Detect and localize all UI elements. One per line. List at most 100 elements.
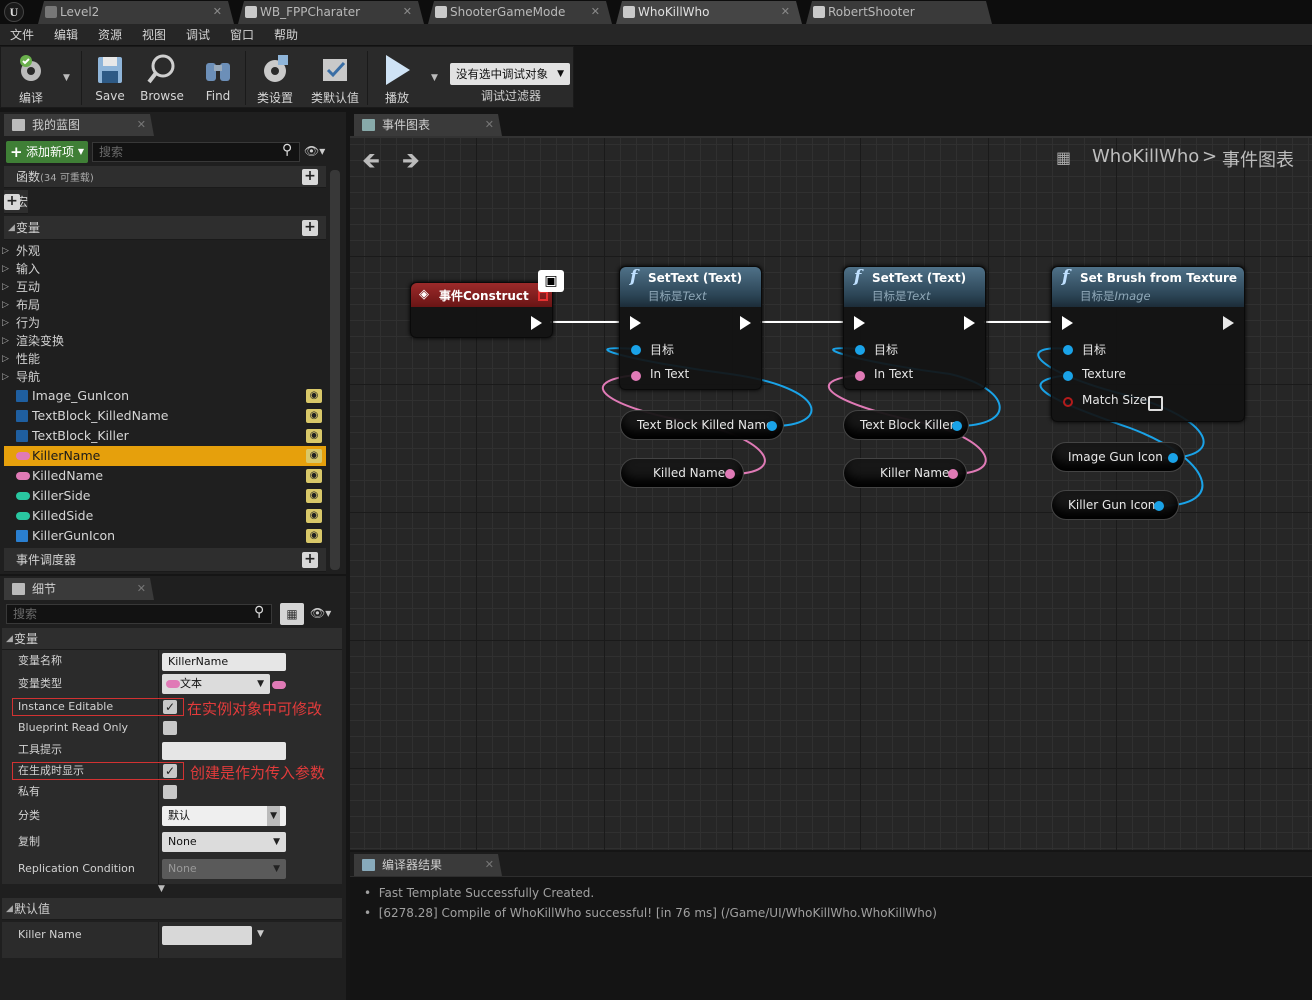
compile-button[interactable]: 编译 bbox=[3, 47, 59, 109]
tab-event-graph[interactable]: 事件图表 ✕ bbox=[354, 114, 502, 136]
eye-icon[interactable]: ◉ bbox=[306, 469, 322, 483]
tab-compiler-results[interactable]: 编译器结果 ✕ bbox=[354, 854, 502, 876]
event-construct-node[interactable]: ◈ 事件Construct bbox=[410, 282, 553, 338]
close-icon[interactable]: ✕ bbox=[137, 578, 146, 600]
tab-wb-fppcharater[interactable]: WB_FPPCharater ✕ bbox=[238, 1, 424, 24]
output-pin[interactable] bbox=[1154, 501, 1164, 511]
play-button[interactable]: 播放 bbox=[369, 47, 425, 109]
add-function-plus-icon[interactable]: + bbox=[302, 169, 318, 185]
instance-editable-checkbox[interactable]: ✓ bbox=[163, 700, 177, 714]
output-pin[interactable] bbox=[767, 421, 777, 431]
in-text-pin[interactable] bbox=[855, 371, 865, 381]
add-new-button[interactable]: + 添加新项 ▼ bbox=[6, 141, 88, 163]
category-functions[interactable]: 函数(34 可重载) + bbox=[4, 166, 326, 188]
target-pin[interactable] bbox=[1063, 345, 1073, 355]
menu-asset[interactable]: 资源 bbox=[98, 24, 122, 46]
getter-killer-gun-icon[interactable]: Killer Gun Icon bbox=[1051, 490, 1179, 520]
section-variable[interactable]: ◢ 变量 bbox=[2, 628, 342, 650]
output-pin[interactable] bbox=[1168, 453, 1178, 463]
private-checkbox[interactable] bbox=[163, 785, 177, 799]
texture-pin[interactable] bbox=[1063, 371, 1073, 381]
output-pin[interactable] bbox=[948, 469, 958, 479]
subcategory-performance[interactable]: ▷ 性能 bbox=[2, 350, 40, 368]
exec-in-pin[interactable] bbox=[854, 316, 865, 330]
variable-killername[interactable]: KillerName ◉ bbox=[4, 446, 326, 466]
tooltip-field[interactable] bbox=[162, 742, 286, 760]
category-select[interactable]: 默认 ▼ bbox=[162, 806, 286, 826]
var-name-field[interactable]: KillerName bbox=[162, 653, 286, 671]
getter-killed-name[interactable]: Killed Name bbox=[620, 458, 744, 488]
subcategory-appearance[interactable]: ▷ 外观 bbox=[2, 242, 40, 260]
target-pin[interactable] bbox=[631, 345, 641, 355]
view-options-eye-icon[interactable]: 👁▾ bbox=[310, 606, 331, 620]
close-icon[interactable]: ✕ bbox=[591, 1, 600, 23]
subcategory-render-transform[interactable]: ▷ 渲染变换 bbox=[2, 332, 64, 350]
add-dispatcher-plus-icon[interactable]: + bbox=[302, 552, 318, 568]
menu-file[interactable]: 文件 bbox=[10, 24, 34, 46]
class-defaults-button[interactable]: 类默认值 bbox=[307, 47, 363, 109]
advanced-expand-icon[interactable]: ▼ bbox=[158, 884, 165, 894]
in-text-pin[interactable] bbox=[631, 371, 641, 381]
section-default-value[interactable]: ◢ 默认值 bbox=[2, 898, 342, 920]
eye-icon[interactable]: ◉ bbox=[306, 389, 322, 403]
variable-killerside[interactable]: KillerSide ◉ bbox=[4, 486, 326, 506]
getter-image-gun-icon[interactable]: Image Gun Icon bbox=[1051, 442, 1185, 472]
add-variable-plus-icon[interactable]: + bbox=[302, 220, 318, 236]
tab-details[interactable]: 细节 ✕ bbox=[4, 578, 154, 600]
eye-icon[interactable]: ◉ bbox=[306, 489, 322, 503]
eye-icon[interactable]: ◉ bbox=[306, 409, 322, 423]
chevron-down-icon[interactable]: ▼ bbox=[257, 929, 264, 939]
details-search-input[interactable]: 搜索 bbox=[6, 604, 272, 624]
exec-out-pin[interactable] bbox=[964, 316, 975, 330]
expose-on-spawn-checkbox[interactable]: ✓ bbox=[163, 764, 177, 778]
exec-out-pin[interactable] bbox=[740, 316, 751, 330]
delegate-pin-icon[interactable] bbox=[538, 291, 548, 301]
variable-killedside[interactable]: KilledSide ◉ bbox=[4, 506, 326, 526]
browse-button[interactable]: Browse bbox=[134, 47, 190, 109]
eye-icon[interactable]: ◉ bbox=[306, 449, 322, 463]
property-matrix-icon[interactable]: ▦ bbox=[280, 603, 304, 625]
settext-node-2[interactable]: f SetText (Text) 目标是Text 目标 In Text bbox=[843, 266, 986, 390]
container-type-pill-icon[interactable] bbox=[272, 681, 286, 689]
menu-view[interactable]: 视图 bbox=[142, 24, 166, 46]
eye-icon[interactable]: ◉ bbox=[306, 509, 322, 523]
save-button[interactable]: Save bbox=[82, 47, 138, 109]
eye-icon[interactable]: ◉ bbox=[306, 429, 322, 443]
close-icon[interactable]: ✕ bbox=[781, 1, 790, 23]
tab-shootergamemode[interactable]: ShooterGameMode ✕ bbox=[428, 1, 612, 24]
category-event-dispatchers[interactable]: 事件调度器 + bbox=[4, 548, 326, 572]
tab-my-blueprint[interactable]: 我的蓝图 ✕ bbox=[4, 114, 154, 136]
tab-whokillwho[interactable]: WhoKillWho ✕ bbox=[616, 1, 802, 24]
variable-textblock-killedname[interactable]: TextBlock_KilledName ◉ bbox=[4, 406, 326, 426]
getter-text-block-killed-name[interactable]: Text Block Killed Name bbox=[620, 410, 784, 440]
find-button[interactable]: Find bbox=[190, 47, 246, 109]
event-graph-canvas[interactable]: 🡸 🡺 ▦ WhoKillWho > 事件图表 ◈ 事件Construct ▣ … bbox=[350, 138, 1312, 850]
exec-in-pin[interactable] bbox=[630, 316, 641, 330]
eye-icon[interactable]: ◉ bbox=[306, 529, 322, 543]
add-macro-plus-icon[interactable]: + bbox=[4, 194, 21, 210]
output-pin[interactable] bbox=[725, 469, 735, 479]
compile-options-chevron-icon[interactable]: ▼ bbox=[63, 73, 70, 83]
getter-text-block-killer[interactable]: Text Block Killer bbox=[843, 410, 969, 440]
bp-readonly-checkbox[interactable] bbox=[163, 721, 177, 735]
getter-killer-name[interactable]: Killer Name bbox=[843, 458, 967, 488]
category-macros[interactable]: 宏 + bbox=[4, 190, 29, 214]
replication-select[interactable]: None ▼ bbox=[162, 832, 286, 852]
play-options-chevron-icon[interactable]: ▼ bbox=[431, 73, 438, 83]
subcategory-behavior[interactable]: ▷ 行为 bbox=[2, 314, 40, 332]
match-size-checkbox[interactable] bbox=[1148, 396, 1163, 411]
var-type-select[interactable]: 文本 ▼ bbox=[162, 674, 270, 694]
default-killer-name-field[interactable] bbox=[162, 926, 252, 945]
tab-robertshooter[interactable]: RobertShooter bbox=[806, 1, 992, 24]
blueprint-search-input[interactable]: 搜索 bbox=[92, 142, 300, 162]
subcategory-interaction[interactable]: ▷ 互动 bbox=[2, 278, 40, 296]
variable-textblock-killer[interactable]: TextBlock_Killer ◉ bbox=[4, 426, 326, 446]
tab-level2[interactable]: Level2 ✕ bbox=[38, 1, 234, 24]
variable-killedname[interactable]: KilledName ◉ bbox=[4, 466, 326, 486]
subcategory-navigation[interactable]: ▷ 导航 bbox=[2, 368, 40, 386]
close-icon[interactable]: ✕ bbox=[213, 1, 222, 23]
subcategory-layout[interactable]: ▷ 布局 bbox=[2, 296, 40, 314]
close-icon[interactable]: ✕ bbox=[137, 114, 146, 136]
scrollbar[interactable] bbox=[330, 170, 340, 570]
view-options-eye-icon[interactable]: 👁▾ bbox=[304, 144, 325, 158]
